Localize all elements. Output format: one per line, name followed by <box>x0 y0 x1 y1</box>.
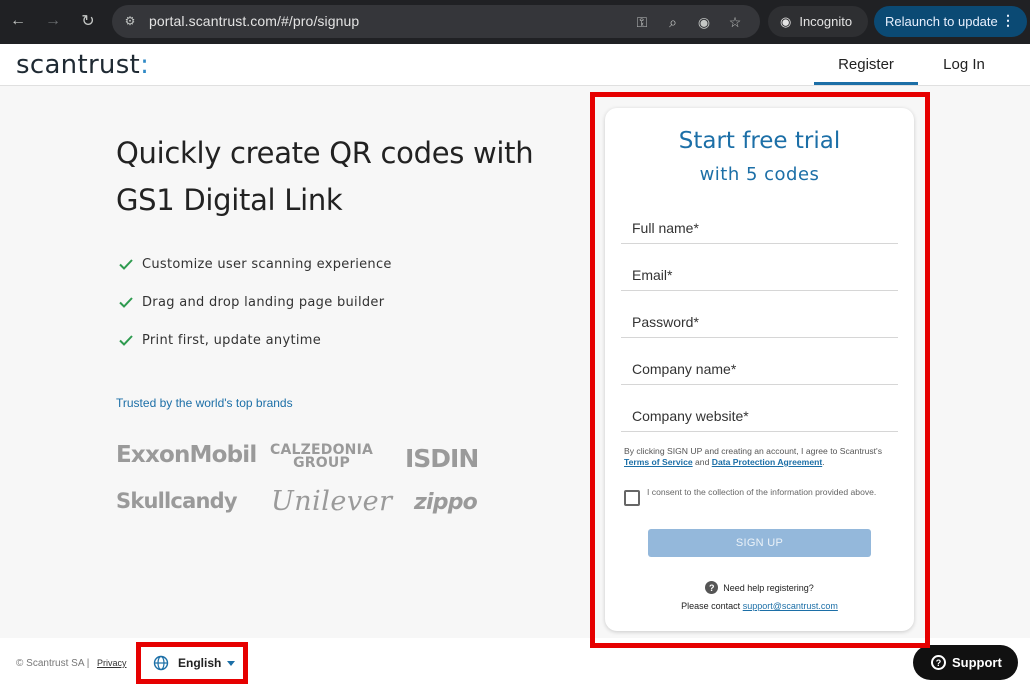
browser-toolbar: ← → ↻ ⚙ portal.scantrust.com/#/pro/signu… <box>0 0 1030 44</box>
feature-item: Print first, update anytime <box>118 332 321 348</box>
forward-arrow-icon[interactable]: → <box>42 10 64 32</box>
privacy-link[interactable]: Privacy <box>97 658 127 668</box>
support-button[interactable]: ? Support <box>913 645 1018 680</box>
incognito-icon: ◉ <box>780 13 792 29</box>
more-menu-icon[interactable]: ⋮ <box>1001 12 1015 29</box>
feature-text: Drag and drop landing page builder <box>142 294 385 310</box>
check-icon <box>119 297 133 308</box>
feature-text: Customize user scanning experience <box>142 256 392 272</box>
app-header: scantrust: Register Log In <box>0 44 1030 86</box>
scantrust-logo[interactable]: scantrust: <box>16 50 149 80</box>
tab-login[interactable]: Log In <box>918 44 1010 84</box>
exxonmobil-logo: ExxonMobil <box>116 442 257 468</box>
site-info-icon[interactable]: ⚙ <box>122 13 138 29</box>
trusted-brands-label: Trusted by the world's top brands <box>116 396 293 410</box>
calzedonia-logo: CALZEDONIA GROUP <box>270 442 374 471</box>
password-key-icon[interactable]: ⚿ <box>632 12 652 32</box>
question-icon: ? <box>931 655 946 670</box>
feature-text: Print first, update anytime <box>142 332 322 348</box>
logo-colon: : <box>140 50 150 80</box>
back-arrow-icon[interactable]: ← <box>7 10 29 32</box>
highlight-box-signup <box>590 92 930 648</box>
bookmark-star-icon[interactable]: ☆ <box>725 12 745 32</box>
check-icon <box>119 259 133 270</box>
relaunch-button[interactable]: Relaunch to update ⋮ <box>874 6 1027 37</box>
eye-off-icon[interactable]: ◉ <box>694 12 714 32</box>
skullcandy-logo: Skullcandy <box>116 489 238 513</box>
feature-item: Customize user scanning experience <box>118 256 392 272</box>
incognito-badge[interactable]: ◉ Incognito <box>768 6 868 37</box>
reload-icon[interactable]: ↻ <box>77 10 99 32</box>
zoom-icon[interactable]: ⌕ <box>663 12 683 32</box>
feature-item: Drag and drop landing page builder <box>118 294 384 310</box>
address-bar[interactable]: ⚙ portal.scantrust.com/#/pro/signup ⚿ ⌕ … <box>112 5 760 38</box>
copyright-text: © Scantrust SA | <box>16 658 90 669</box>
check-icon <box>119 335 133 346</box>
tab-register[interactable]: Register <box>814 44 918 85</box>
page-headline: Quickly create QR codes with GS1 Digital… <box>116 136 534 217</box>
highlight-box-language <box>136 642 248 684</box>
support-label: Support <box>952 655 1002 670</box>
zippo-logo: zippo <box>414 490 478 515</box>
isdin-logo: ISDIN <box>405 444 479 473</box>
incognito-label: Incognito <box>799 14 853 29</box>
relaunch-label: Relaunch to update <box>885 14 998 29</box>
logo-text: scantrust <box>16 50 141 80</box>
unilever-logo: Unilever <box>271 486 393 517</box>
url-text[interactable]: portal.scantrust.com/#/pro/signup <box>149 13 359 29</box>
